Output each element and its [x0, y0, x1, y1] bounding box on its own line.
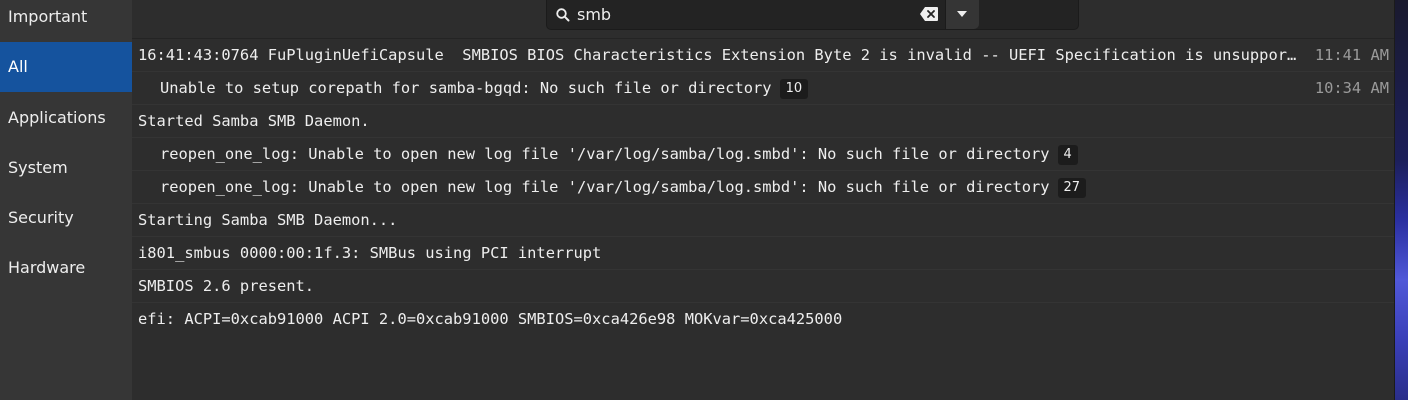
sidebar-item-label: Security — [8, 208, 74, 227]
desktop-background — [1395, 0, 1408, 400]
clear-icon[interactable] — [919, 6, 939, 22]
search-input[interactable] — [577, 2, 907, 26]
log-message: Unable to setup corepath for samba-bgqd:… — [160, 79, 772, 97]
log-time: 11:41 AM — [1314, 46, 1389, 64]
count-badge: 27 — [1057, 177, 1087, 198]
log-time: 10:34 AM — [1314, 79, 1389, 97]
sidebar-item-security[interactable]: Security — [0, 193, 132, 243]
log-row[interactable]: Unable to setup corepath for samba-bgqd:… — [132, 72, 1395, 105]
log-message: Starting Samba SMB Daemon... — [138, 211, 398, 229]
sidebar-item-important[interactable]: Important — [0, 0, 132, 42]
log-message-group: reopen_one_log: Unable to open new log f… — [160, 138, 1078, 171]
sidebar-item-system[interactable]: System — [0, 143, 132, 193]
log-message: efi: ACPI=0xcab91000 ACPI 2.0=0xcab91000… — [138, 310, 843, 328]
logs-window: Important All Applications System Securi… — [0, 0, 1408, 400]
log-row[interactable]: i801_smbus 0000:00:1f.3: SMBus using PCI… — [132, 237, 1395, 270]
sidebar-item-label: Applications — [8, 108, 106, 127]
sidebar-item-applications[interactable]: Applications — [0, 93, 132, 143]
search-icon — [556, 8, 570, 22]
log-message: Started Samba SMB Daemon. — [138, 112, 370, 130]
log-message: i801_smbus 0000:00:1f.3: SMBus using PCI… — [138, 244, 602, 262]
search-options-button[interactable] — [946, 0, 979, 29]
log-message: SMBIOS 2.6 present. — [138, 277, 315, 295]
log-row[interactable]: Started Samba SMB Daemon. — [132, 105, 1395, 138]
search-bar — [132, 0, 1395, 36]
count-badge: 4 — [1057, 144, 1078, 165]
sidebar-item-label: Important — [8, 7, 88, 26]
sidebar-item-label: System — [8, 158, 68, 177]
log-row[interactable]: 16:41:43:0764 FuPluginUefiCapsule SMBIOS… — [132, 39, 1395, 72]
log-message-group: reopen_one_log: Unable to open new log f… — [160, 171, 1087, 204]
log-list: 16:41:43:0764 FuPluginUefiCapsule SMBIOS… — [132, 39, 1395, 336]
log-row[interactable]: SMBIOS 2.6 present. — [132, 270, 1395, 303]
log-message: 16:41:43:0764 FuPluginUefiCapsule SMBIOS… — [138, 46, 1298, 64]
log-row[interactable]: efi: ACPI=0xcab91000 ACPI 2.0=0xcab91000… — [132, 303, 1395, 336]
log-message: reopen_one_log: Unable to open new log f… — [160, 145, 1050, 163]
sidebar: Important All Applications System Securi… — [0, 0, 132, 400]
count-badge: 10 — [779, 78, 809, 99]
log-view: 16:41:43:0764 FuPluginUefiCapsule SMBIOS… — [132, 0, 1395, 400]
chevron-down-icon — [957, 11, 967, 17]
log-row[interactable]: reopen_one_log: Unable to open new log f… — [132, 171, 1395, 204]
log-row[interactable]: Starting Samba SMB Daemon... — [132, 204, 1395, 237]
sidebar-item-hardware[interactable]: Hardware — [0, 243, 132, 293]
search-box — [546, 0, 1079, 30]
sidebar-item-all[interactable]: All — [0, 42, 132, 92]
log-message: reopen_one_log: Unable to open new log f… — [160, 178, 1050, 196]
sidebar-item-label: All — [8, 57, 28, 76]
log-message-group: Unable to setup corepath for samba-bgqd:… — [160, 72, 809, 105]
sidebar-item-label: Hardware — [8, 258, 86, 277]
log-row[interactable]: reopen_one_log: Unable to open new log f… — [132, 138, 1395, 171]
